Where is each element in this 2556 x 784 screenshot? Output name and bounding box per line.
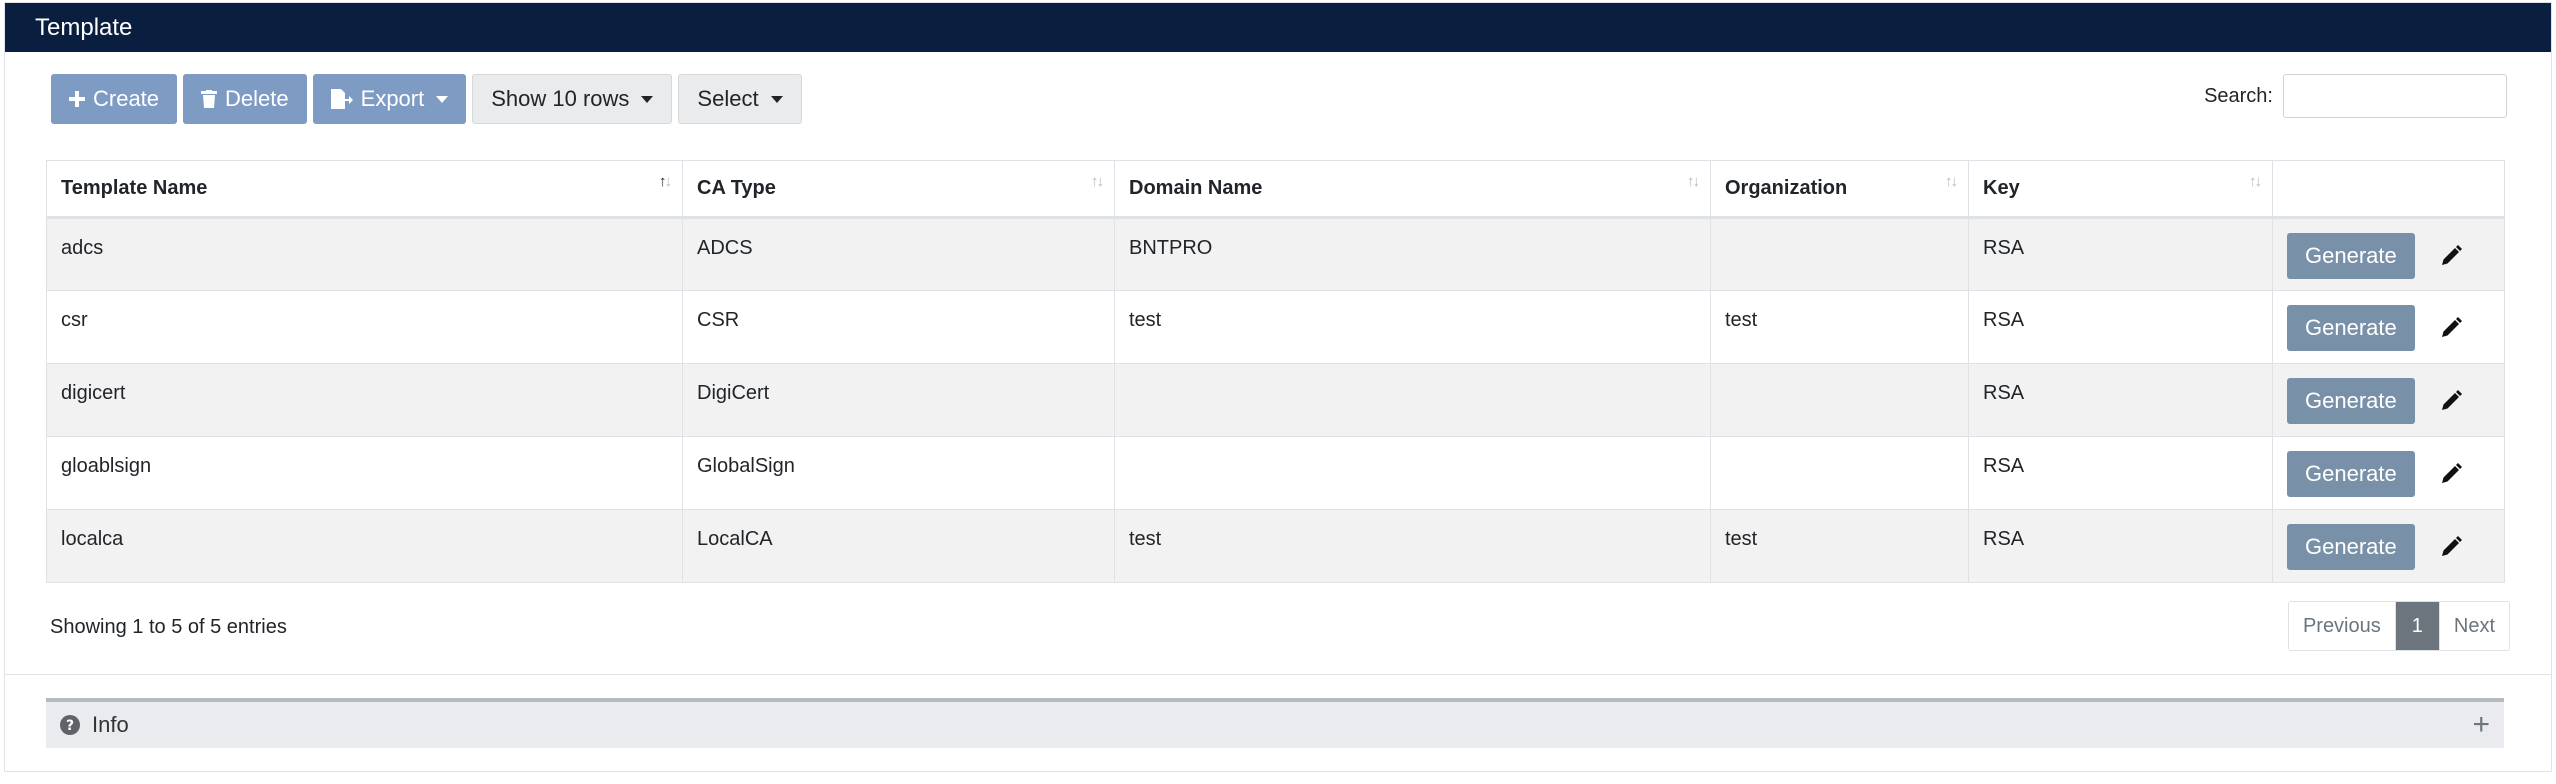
generate-button[interactable]: Generate xyxy=(2287,378,2415,424)
show-rows-label: Show 10 rows xyxy=(491,86,630,111)
cell-actions: Generate xyxy=(2272,217,2505,291)
cell-template-name: adcs xyxy=(46,217,683,291)
cell-template-name: digicert xyxy=(46,363,683,437)
cell-domain-name: BNTPRO xyxy=(1114,217,1711,291)
cell-ca-type: CSR xyxy=(682,290,1115,364)
cell-template-name: csr xyxy=(46,290,683,364)
card-header: Template xyxy=(5,3,2551,52)
cell-organization xyxy=(1710,363,1969,437)
select-label: Select xyxy=(697,86,759,111)
table-header-row: Template Name ↑↓ CA Type ↑↓ Domain Name … xyxy=(46,160,2505,219)
cell-ca-type: LocalCA xyxy=(682,509,1115,583)
table-row: digicert DigiCert RSA Generate xyxy=(46,363,2505,437)
export-button[interactable]: Export xyxy=(312,74,467,124)
column-header-actions xyxy=(2272,160,2505,219)
cell-key: RSA xyxy=(1968,363,2273,437)
generate-button[interactable]: Generate xyxy=(2287,524,2415,570)
divider xyxy=(4,674,2552,675)
sort-icon: ↑↓ xyxy=(2249,173,2262,190)
search-input[interactable] xyxy=(2283,74,2507,118)
generate-button[interactable]: Generate xyxy=(2287,451,2415,497)
cell-actions: Generate xyxy=(2272,290,2505,364)
sort-icon: ↑↓ xyxy=(1091,173,1104,190)
cell-domain-name xyxy=(1114,436,1711,510)
chevron-down-icon xyxy=(436,95,449,103)
cell-ca-type: ADCS xyxy=(682,217,1115,291)
table-row: csr CSR test test RSA Generate xyxy=(46,290,2505,364)
column-header-domain-name[interactable]: Domain Name ↑↓ xyxy=(1114,160,1711,219)
cell-organization: test xyxy=(1710,290,1969,364)
column-header-ca-type[interactable]: CA Type ↑↓ xyxy=(682,160,1115,219)
table-row: adcs ADCS BNTPRO RSA Generate xyxy=(46,217,2505,291)
cell-actions: Generate xyxy=(2272,436,2505,510)
plus-icon xyxy=(69,91,85,107)
cell-domain-name: test xyxy=(1114,290,1711,364)
next-page-button[interactable]: Next xyxy=(2438,602,2509,650)
chevron-down-icon xyxy=(770,95,783,103)
cell-actions: Generate xyxy=(2272,509,2505,583)
current-page-button[interactable]: 1 xyxy=(2394,602,2439,650)
info-panel-label: Info xyxy=(92,712,129,737)
create-label: Create xyxy=(93,86,160,111)
pencil-icon[interactable] xyxy=(2439,535,2463,559)
cell-domain-name: test xyxy=(1114,509,1711,583)
template-table: Template Name ↑↓ CA Type ↑↓ Domain Name … xyxy=(46,160,2505,583)
generate-button[interactable]: Generate xyxy=(2287,233,2415,279)
export-file-icon xyxy=(330,89,353,109)
cell-actions: Generate xyxy=(2272,363,2505,437)
column-header-key[interactable]: Key ↑↓ xyxy=(1968,160,2273,219)
cell-template-name: localca xyxy=(46,509,683,583)
create-button[interactable]: Create xyxy=(51,74,178,124)
table-row: gloablsign GlobalSign RSA Generate xyxy=(46,436,2505,510)
svg-text:?: ? xyxy=(66,718,74,734)
pagination: Previous 1 Next xyxy=(2287,601,2510,651)
sort-icon: ↑↓ xyxy=(1945,173,1958,190)
info-panel[interactable]: ? Info + xyxy=(46,698,2504,748)
cell-key: RSA xyxy=(1968,436,2273,510)
sort-icon: ↑↓ xyxy=(1687,173,1700,190)
chevron-down-icon xyxy=(641,95,654,103)
trash-icon xyxy=(201,90,218,108)
question-circle-icon: ? xyxy=(60,715,80,735)
search-label: Search: xyxy=(2204,84,2273,107)
cell-template-name: gloablsign xyxy=(46,436,683,510)
sort-icon: ↑↓ xyxy=(659,173,672,190)
pencil-icon[interactable] xyxy=(2439,244,2463,268)
table-info: Showing 1 to 5 of 5 entries xyxy=(50,616,287,638)
expand-plus-icon[interactable]: + xyxy=(2472,710,2490,740)
show-rows-dropdown[interactable]: Show 10 rows xyxy=(472,74,673,124)
delete-label: Delete xyxy=(225,86,289,111)
cell-key: RSA xyxy=(1968,217,2273,291)
pencil-icon[interactable] xyxy=(2439,462,2463,486)
column-header-organization[interactable]: Organization ↑↓ xyxy=(1710,160,1969,219)
cell-ca-type: DigiCert xyxy=(682,363,1115,437)
cell-ca-type: GlobalSign xyxy=(682,436,1115,510)
select-dropdown[interactable]: Select xyxy=(678,74,802,124)
previous-page-button[interactable]: Previous xyxy=(2288,602,2395,650)
cell-key: RSA xyxy=(1968,290,2273,364)
delete-button[interactable]: Delete xyxy=(183,74,307,124)
generate-button[interactable]: Generate xyxy=(2287,305,2415,351)
export-label: Export xyxy=(360,86,425,111)
cell-domain-name xyxy=(1114,363,1711,437)
cell-organization xyxy=(1710,436,1969,510)
pencil-icon[interactable] xyxy=(2439,316,2463,340)
table-row: localca LocalCA test test RSA Generate xyxy=(46,509,2505,583)
page-title: Template xyxy=(35,13,133,41)
toolbar: Create Delete Export Show 10 rows Select xyxy=(51,74,802,124)
column-header-template-name[interactable]: Template Name ↑↓ xyxy=(46,160,683,219)
pencil-icon[interactable] xyxy=(2439,389,2463,413)
search-group: Search: xyxy=(2204,74,2507,118)
cell-organization: test xyxy=(1710,509,1969,583)
cell-organization xyxy=(1710,217,1969,291)
cell-key: RSA xyxy=(1968,509,2273,583)
